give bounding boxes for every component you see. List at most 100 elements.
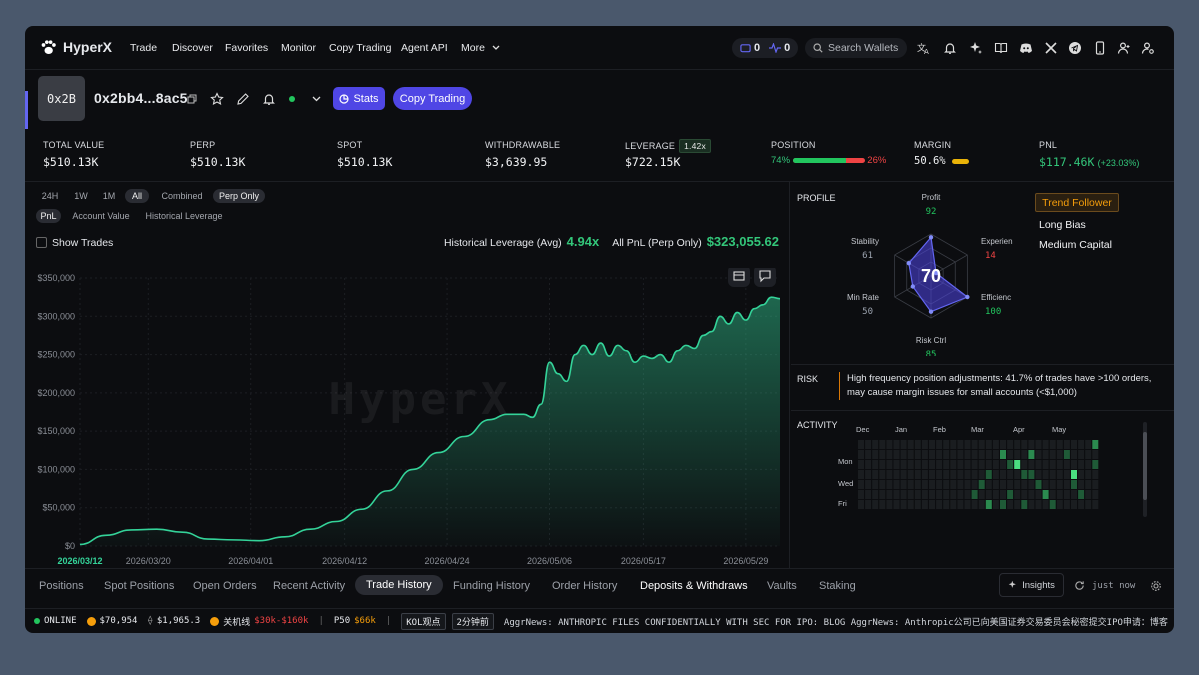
nav-copy-trading[interactable]: Copy Trading — [329, 42, 391, 54]
nav-agent-api[interactable]: Agent API — [401, 42, 448, 54]
heatmap-cell — [1078, 460, 1085, 469]
wallet-address: 0x2bb4...8ac5 — [94, 90, 188, 106]
heatmap-cell — [1049, 490, 1056, 499]
stats-button[interactable]: Stats — [333, 87, 385, 110]
heatmap-cell — [1085, 480, 1092, 489]
tab-positions[interactable]: Positions — [39, 580, 84, 592]
tab-staking[interactable]: Staking — [819, 580, 856, 592]
telegram-icon[interactable] — [1068, 41, 1082, 55]
mode-combined[interactable]: Combined — [157, 189, 207, 203]
heatmap-cell — [1056, 450, 1063, 459]
scrollbar[interactable] — [1143, 422, 1147, 517]
heatmap-cell — [921, 470, 928, 479]
chevron-down-icon[interactable] — [312, 95, 321, 103]
chevron-down-icon[interactable] — [492, 45, 500, 51]
heatmap-cell — [929, 490, 935, 499]
day-label: Mon — [838, 457, 853, 466]
search-input[interactable]: Search Wallets — [828, 42, 898, 54]
range-24h[interactable]: 24H — [37, 189, 63, 203]
month-label: Feb — [933, 425, 946, 434]
heatmap-cell — [943, 480, 950, 489]
copy-trading-button[interactable]: Copy Trading — [393, 87, 472, 110]
mode-perp-only[interactable]: Perp Only — [213, 189, 265, 203]
show-trades-checkbox[interactable] — [36, 237, 47, 248]
heatmap-cell — [1028, 440, 1035, 449]
heatmap-cell — [1049, 450, 1056, 459]
metric-historical-leverage[interactable]: Historical Leverage — [141, 209, 227, 223]
heatmap-cell — [929, 500, 935, 509]
tab-vaults[interactable]: Vaults — [767, 580, 797, 592]
comment-button[interactable] — [754, 265, 776, 287]
heatmap-cell — [936, 470, 943, 479]
table-button[interactable] — [728, 265, 750, 287]
bottom-tabs: Positions Spot Positions Open Orders Rec… — [25, 568, 1174, 603]
user-settings-icon[interactable] — [1141, 41, 1155, 55]
tab-trade-history[interactable]: Trade History — [355, 575, 443, 595]
bell-icon[interactable] — [943, 41, 957, 55]
heatmap-cell — [936, 450, 943, 459]
tab-deposits-withdraws[interactable]: Deposits & Withdraws — [640, 580, 748, 592]
tab-order-history[interactable]: Order History — [552, 580, 617, 592]
heatmap-cell — [1056, 470, 1063, 479]
heatmap-cell — [921, 490, 928, 499]
divider — [791, 364, 1174, 365]
heatmap-cell — [858, 480, 864, 489]
nav-discover[interactable]: Discover — [172, 42, 213, 54]
search-wallets[interactable]: Search Wallets — [805, 38, 907, 58]
y-tick-label: $150,000 — [37, 426, 75, 436]
range-1w[interactable]: 1W — [69, 189, 93, 203]
heatmap-cell — [957, 440, 964, 449]
heatmap-cell — [872, 500, 879, 509]
tab-funding-history[interactable]: Funding History — [453, 580, 530, 592]
edit-icon[interactable] — [236, 92, 250, 106]
copy-icon[interactable] — [187, 94, 197, 104]
nav-favorites[interactable]: Favorites — [225, 42, 268, 54]
translate-icon[interactable]: 文A — [917, 41, 931, 55]
heatmap-cell — [1049, 440, 1056, 449]
refresh-icon[interactable] — [1074, 580, 1085, 591]
discord-icon[interactable] — [1019, 41, 1033, 55]
x-icon[interactable] — [1044, 41, 1058, 55]
heatmap-cell — [943, 470, 950, 479]
book-icon[interactable] — [994, 41, 1008, 55]
status-online: ONLINE — [44, 616, 77, 626]
nav-monitor[interactable]: Monitor — [281, 42, 316, 54]
metric-account-value[interactable]: Account Value — [69, 209, 133, 223]
heatmap-cell — [900, 490, 907, 499]
metric-pnl[interactable]: PnL — [36, 209, 61, 223]
heatmap-cell — [1021, 490, 1028, 499]
mobile-icon[interactable] — [1093, 41, 1107, 55]
heatmap-cell — [992, 470, 999, 479]
nav-trade[interactable]: Trade — [130, 42, 157, 54]
position-short: 26% — [867, 155, 887, 166]
y-tick-label: $100,000 — [37, 464, 75, 474]
y-tick-label: $200,000 — [37, 388, 75, 398]
scrollbar-thumb[interactable] — [1143, 432, 1147, 500]
avatar: 0x2B — [38, 76, 85, 121]
sparkle-icon[interactable] — [969, 41, 983, 55]
tab-spot-positions[interactable]: Spot Positions — [104, 580, 174, 592]
insights-button[interactable]: Insights — [999, 573, 1064, 597]
user-add-icon[interactable] — [1117, 41, 1131, 55]
wallet-activity-pill[interactable]: 0 0 — [732, 38, 798, 58]
gear-icon[interactable] — [1150, 580, 1162, 592]
radar-axis-value: 61 — [862, 251, 873, 261]
radar-point — [906, 260, 912, 266]
tab-open-orders[interactable]: Open Orders — [193, 580, 257, 592]
heatmap-cell — [978, 440, 985, 449]
news-text: AggrNews: ANTHROPIC FILES CONFIDENTIALLY… — [503, 617, 1168, 628]
star-icon[interactable] — [210, 92, 224, 106]
heatmap-cell — [879, 460, 886, 469]
nav-more[interactable]: More — [461, 42, 485, 54]
heatmap-cell — [1014, 500, 1021, 509]
range-1m[interactable]: 1M — [97, 189, 121, 203]
stat-label: POSITION — [771, 140, 816, 150]
heatmap-cell — [971, 480, 978, 489]
brand-logo[interactable]: HyperX — [40, 39, 112, 55]
heatmap-cell — [914, 450, 921, 459]
notify-bell-icon[interactable] — [262, 92, 276, 106]
tab-recent-activity[interactable]: Recent Activity — [273, 580, 345, 592]
risk-title: RISK — [797, 374, 819, 384]
range-all[interactable]: All — [125, 189, 149, 203]
heatmap-cell — [1071, 490, 1077, 499]
